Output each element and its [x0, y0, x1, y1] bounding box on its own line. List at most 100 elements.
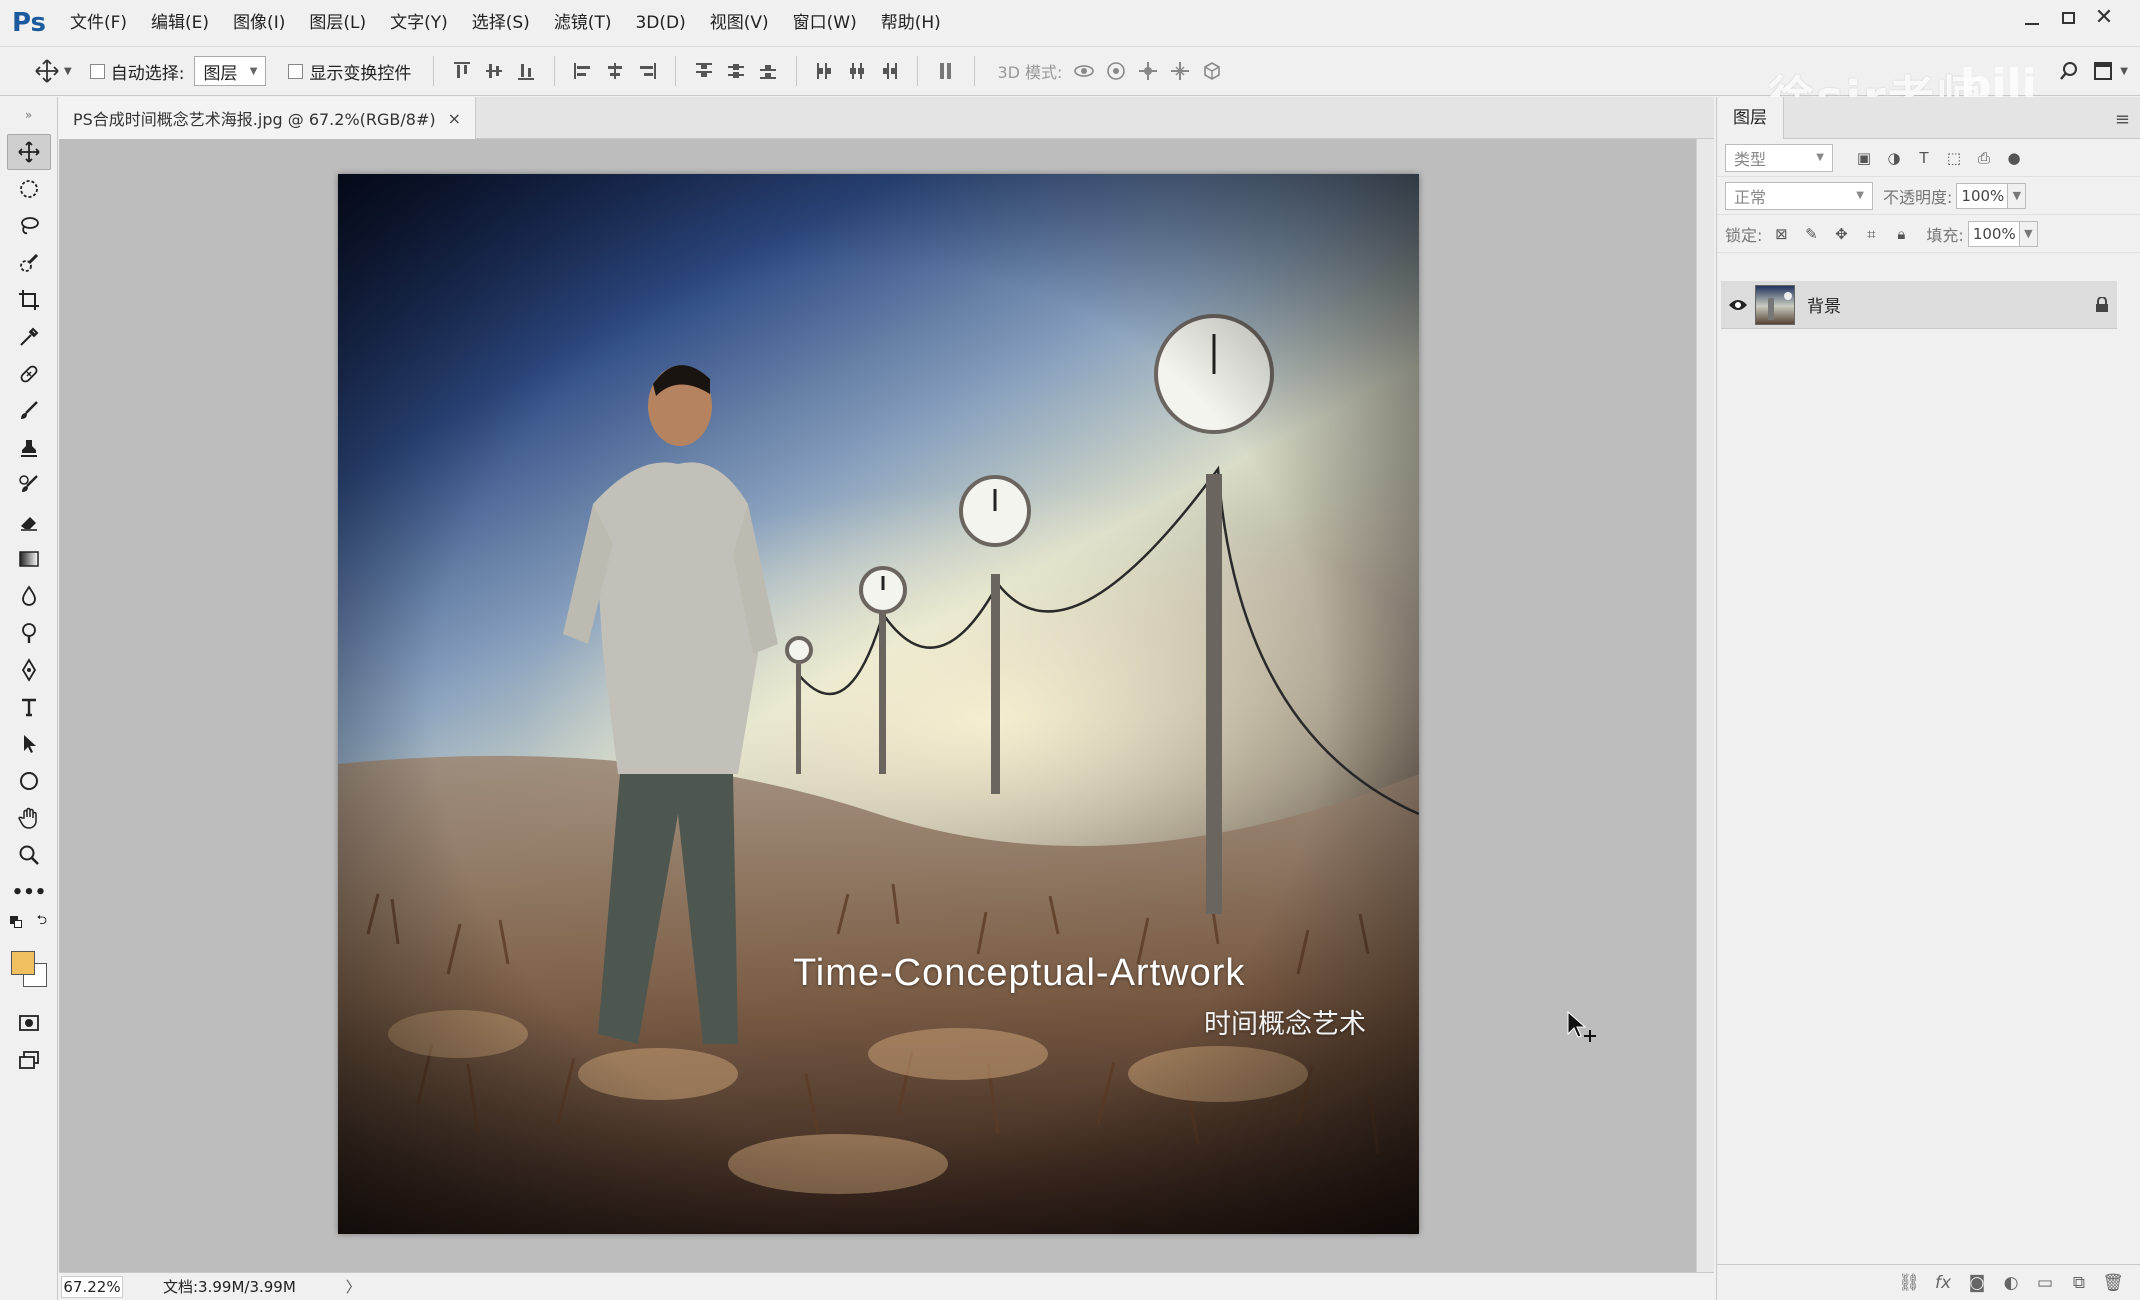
eyedropper-tool[interactable]: [7, 319, 51, 355]
fill-input[interactable]: 100%: [1967, 220, 2020, 247]
foreground-color-swatch[interactable]: [11, 951, 35, 975]
lock-transparent-icon[interactable]: ⊠: [1768, 221, 1794, 247]
auto-select-checkbox[interactable]: [89, 63, 105, 79]
search-icon[interactable]: [2052, 54, 2086, 88]
align-right-icon[interactable]: [634, 56, 660, 86]
distribute-top-icon[interactable]: [691, 56, 717, 86]
new-group-icon[interactable]: ▭: [2033, 1271, 2057, 1295]
distribute-bottom-icon[interactable]: [755, 56, 781, 86]
add-mask-icon[interactable]: ◙: [1965, 1271, 1989, 1295]
crop-tool[interactable]: [7, 282, 51, 318]
zoom-field[interactable]: 67.22%: [61, 1275, 123, 1298]
distribute-left-icon[interactable]: [812, 56, 838, 86]
workspace-icon[interactable]: [2086, 54, 2120, 88]
type-tool[interactable]: [7, 689, 51, 725]
distribute-hcenter-icon[interactable]: [844, 56, 870, 86]
show-transform-checkbox[interactable]: [288, 63, 304, 79]
vertical-scrollbar[interactable]: [1696, 139, 1714, 1272]
pen-tool[interactable]: [7, 652, 51, 688]
status-menu-arrow-icon[interactable]: 〉: [346, 1276, 361, 1297]
fill-chevron-icon[interactable]: ▼: [2019, 220, 2038, 247]
align-left-icon[interactable]: [570, 56, 596, 86]
path-select-tool[interactable]: [7, 726, 51, 762]
menu-select[interactable]: 选择(S): [460, 0, 542, 46]
align-hcenter-icon[interactable]: [602, 56, 628, 86]
close-tab-icon[interactable]: ×: [448, 109, 461, 128]
eye-icon[interactable]: [1721, 298, 1755, 312]
adjustment-layer-icon[interactable]: ◐: [1999, 1271, 2023, 1295]
move-tool-preset-icon[interactable]: [30, 54, 64, 88]
filter-pixel-icon[interactable]: ▣: [1851, 145, 1877, 171]
eraser-tool[interactable]: [7, 504, 51, 540]
filter-adjustment-icon[interactable]: ◑: [1881, 145, 1907, 171]
3d-slide-icon[interactable]: [1167, 56, 1193, 86]
new-layer-icon[interactable]: ⧉: [2067, 1271, 2091, 1295]
gradient-tool[interactable]: [7, 541, 51, 577]
filter-shape-icon[interactable]: ⬚: [1941, 145, 1967, 171]
menu-layer[interactable]: 图层(L): [297, 0, 378, 46]
3d-pan-icon[interactable]: [1135, 56, 1161, 86]
filter-type-icon[interactable]: T: [1911, 145, 1937, 171]
panel-menu-icon[interactable]: ≡: [2115, 109, 2130, 130]
delete-layer-icon[interactable]: 🗑︎: [2101, 1271, 2125, 1295]
toolbar-collapse-icon[interactable]: »: [0, 97, 57, 133]
align-vcenter-icon[interactable]: [481, 56, 507, 86]
3d-roll-icon[interactable]: [1103, 56, 1129, 86]
fx-icon[interactable]: fx: [1931, 1271, 1955, 1295]
brush-tool[interactable]: [7, 393, 51, 429]
menu-window[interactable]: 窗口(W): [781, 0, 869, 46]
lock-artboard-icon[interactable]: ⌗: [1858, 221, 1884, 247]
menu-image[interactable]: 图像(I): [221, 0, 297, 46]
distribute-right-icon[interactable]: [876, 56, 902, 86]
zoom-tool[interactable]: [7, 837, 51, 873]
dodge-tool[interactable]: [7, 615, 51, 651]
move-tool[interactable]: [7, 134, 51, 170]
menu-view[interactable]: 视图(V): [698, 0, 781, 46]
lock-image-icon[interactable]: ✎: [1798, 221, 1824, 247]
maximize-button[interactable]: [2050, 0, 2086, 36]
auto-align-icon[interactable]: [933, 56, 959, 86]
blur-tool[interactable]: [7, 578, 51, 614]
lock-position-icon[interactable]: ✥: [1828, 221, 1854, 247]
quick-select-tool[interactable]: [7, 245, 51, 281]
link-layers-icon[interactable]: ⛓: [1897, 1271, 1921, 1295]
auto-select-dropdown[interactable]: 图层 ▼: [194, 56, 267, 86]
opacity-input[interactable]: 100%: [1956, 182, 2009, 209]
menu-help[interactable]: 帮助(H): [869, 0, 953, 46]
filter-toggle-icon[interactable]: ●: [2001, 145, 2027, 171]
preset-chevron-icon[interactable]: ▼: [64, 66, 72, 77]
distribute-vcenter-icon[interactable]: [723, 56, 749, 86]
more-tools-icon[interactable]: •••: [7, 874, 51, 910]
lasso-tool[interactable]: [7, 208, 51, 244]
menu-3d[interactable]: 3D(D): [623, 0, 697, 46]
3d-orbit-icon[interactable]: [1071, 56, 1097, 86]
history-brush-tool[interactable]: [7, 467, 51, 503]
workspace-chevron-icon[interactable]: ▼: [2120, 66, 2128, 77]
menu-filter[interactable]: 滤镜(T): [542, 0, 624, 46]
align-bottom-icon[interactable]: [513, 56, 539, 86]
close-button[interactable]: ✕: [2086, 0, 2122, 36]
document-tab[interactable]: PS合成时间概念艺术海报.jpg @ 67.2%(RGB/8#) ×: [59, 97, 477, 139]
layer-name[interactable]: 背景: [1807, 292, 2087, 317]
screen-mode-icon[interactable]: [7, 1042, 51, 1078]
hand-tool[interactable]: [7, 800, 51, 836]
menu-type[interactable]: 文字(Y): [378, 0, 460, 46]
healing-brush-tool[interactable]: [7, 356, 51, 392]
lock-all-icon[interactable]: 🔒︎: [1888, 221, 1914, 247]
clone-stamp-tool[interactable]: [7, 430, 51, 466]
blend-mode-dropdown[interactable]: 正常 ▼: [1725, 181, 1873, 210]
marquee-tool[interactable]: [7, 171, 51, 207]
menu-edit[interactable]: 编辑(E): [139, 0, 221, 46]
menu-file[interactable]: 文件(F): [58, 0, 139, 46]
swap-colors-icon[interactable]: ⮌: [37, 911, 47, 933]
layer-row[interactable]: 背景: [1721, 281, 2117, 329]
3d-scale-icon[interactable]: [1199, 56, 1225, 86]
layer-filter-dropdown[interactable]: 类型 ▼: [1725, 143, 1833, 172]
shape-tool[interactable]: [7, 763, 51, 799]
align-top-icon[interactable]: [449, 56, 475, 86]
document-canvas[interactable]: Time-Conceptual-Artwork 时间概念艺术: [338, 174, 1419, 1234]
filter-smart-object-icon[interactable]: ⎙: [1971, 145, 1997, 171]
opacity-chevron-icon[interactable]: ▼: [2008, 182, 2027, 209]
quick-mask-icon[interactable]: [7, 1005, 51, 1041]
minimize-button[interactable]: [2014, 0, 2050, 36]
